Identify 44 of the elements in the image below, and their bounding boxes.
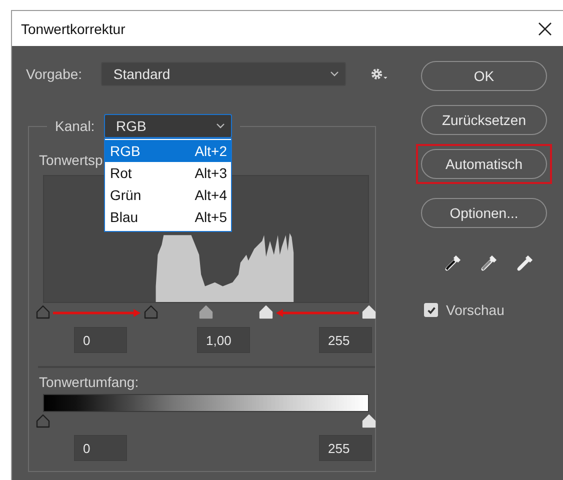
shortcut-label: Alt+4 [194, 187, 227, 203]
menu-item[interactable]: Rot Alt+3 [105, 162, 231, 184]
shortcut-label: Alt+5 [194, 209, 227, 225]
section-label: Tonwertumfang: [39, 374, 140, 390]
checkmark-icon [426, 304, 436, 316]
channel-label: Kanal: [55, 118, 96, 134]
preset-value: Standard [113, 66, 170, 82]
menu-item[interactable]: Blau Alt+5 [105, 206, 231, 228]
menu-item[interactable]: RGB Alt+2 [105, 140, 231, 162]
checkbox[interactable] [424, 303, 438, 317]
dialog-button[interactable]: Automatisch [421, 149, 547, 179]
menu-item-label: RGB [110, 143, 140, 159]
slider-handle[interactable] [144, 305, 158, 319]
menu-item-label: Grün [110, 187, 142, 203]
menu-item-label: Blau [110, 209, 138, 225]
section-label: Tonwertsp [39, 152, 104, 168]
input-field[interactable]: 0 [74, 435, 127, 461]
slider-handle[interactable] [36, 305, 50, 319]
settings-icon[interactable] [370, 67, 387, 81]
menu-item-label: Rot [110, 165, 132, 181]
chevron-icon [330, 71, 339, 77]
checkbox-label: Vorschau [446, 302, 504, 318]
slider-handle[interactable] [36, 414, 50, 428]
close-icon[interactable] [537, 20, 553, 36]
dialog-button[interactable]: OK [421, 61, 547, 91]
menu-item[interactable]: Grün Alt+4 [105, 184, 231, 206]
channel-value: RGB [116, 118, 146, 134]
chevron-icon [216, 123, 225, 129]
input-field[interactable]: 255 [319, 327, 372, 353]
preset-label: Vorgabe: [26, 66, 84, 82]
eyedropper-icon[interactable] [443, 253, 463, 273]
window-title: Tonwertkorrektur [21, 20, 126, 36]
dialog-button[interactable]: Zurücksetzen [421, 105, 547, 135]
eyedropper-icon[interactable] [515, 253, 535, 273]
eyedropper-icon[interactable] [479, 253, 499, 273]
dialog-button[interactable]: Optionen... [421, 198, 547, 228]
input-field[interactable]: 0 [74, 327, 127, 353]
channel-dropdown[interactable]: RGB [104, 114, 232, 138]
shortcut-label: Alt+3 [194, 165, 227, 181]
shortcut-label: Alt+2 [194, 143, 227, 159]
preset-dropdown[interactable]: Standard [101, 62, 346, 86]
input-field[interactable]: 1,00 [197, 327, 250, 353]
input-field[interactable]: 255 [319, 435, 372, 461]
slider-handle[interactable] [199, 305, 213, 319]
